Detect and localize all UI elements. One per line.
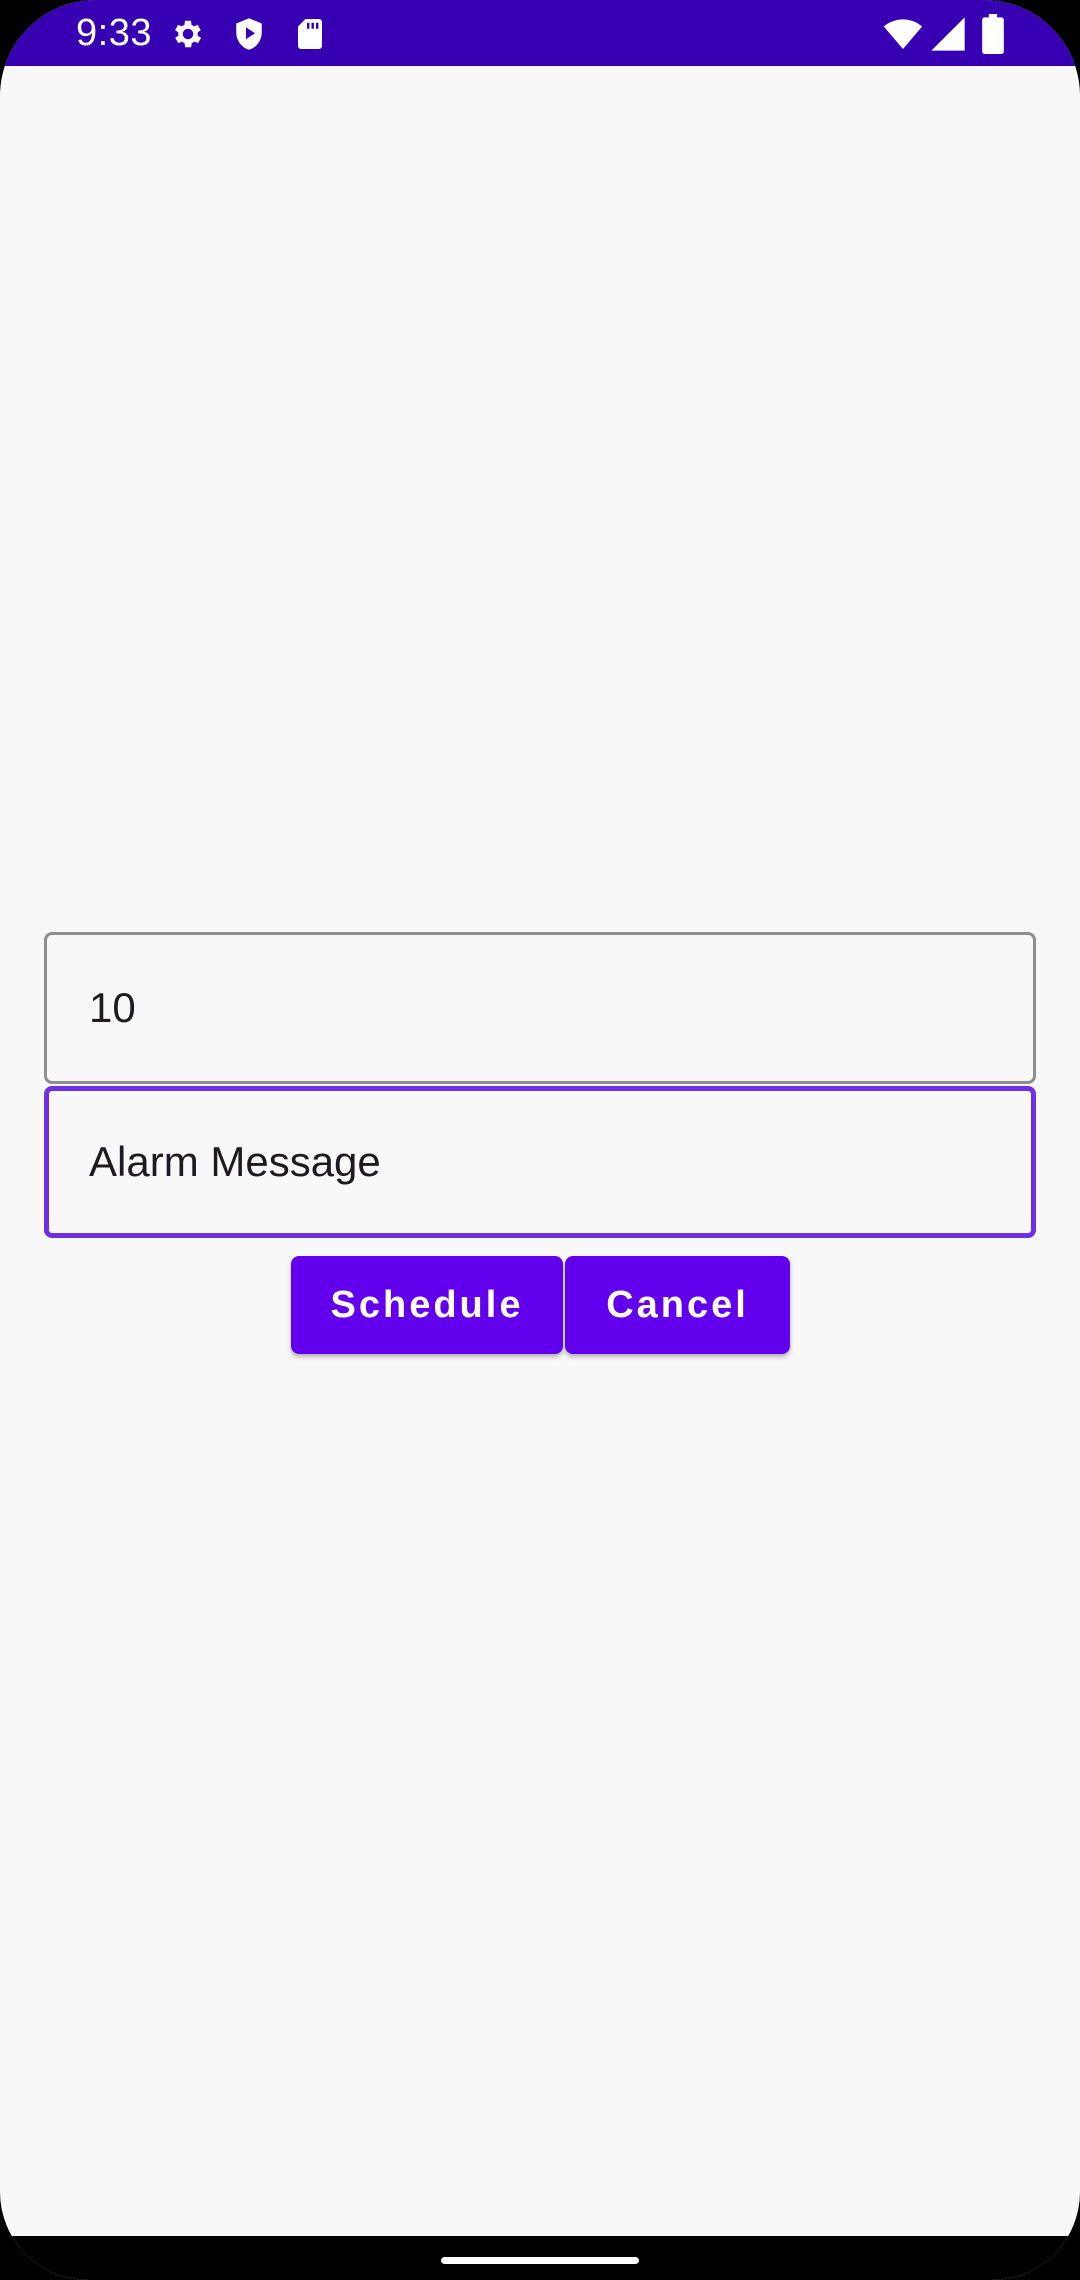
wifi-icon xyxy=(882,14,924,54)
message-input-value: Alarm Message xyxy=(89,1138,381,1185)
cellular-signal-icon xyxy=(928,14,968,54)
app-screen: 9:33 10 Alarm Message Schedule Cancel xyxy=(0,0,1080,2280)
home-gesture-handle[interactable] xyxy=(441,2257,639,2264)
shield-play-icon xyxy=(231,16,267,52)
schedule-button-label: Schedule xyxy=(330,1283,524,1326)
status-bar: 9:33 xyxy=(0,0,1080,66)
gear-icon xyxy=(170,16,206,52)
sd-card-icon xyxy=(292,16,328,52)
message-input[interactable]: Alarm Message xyxy=(44,1086,1036,1238)
status-time: 9:33 xyxy=(76,12,152,54)
battery-icon xyxy=(980,14,1006,54)
delay-input-value: 10 xyxy=(89,984,136,1031)
delay-input[interactable]: 10 xyxy=(44,932,1036,1084)
schedule-button[interactable]: Schedule xyxy=(291,1256,563,1354)
cancel-button-label: Cancel xyxy=(606,1283,749,1326)
cancel-button[interactable]: Cancel xyxy=(565,1256,790,1354)
